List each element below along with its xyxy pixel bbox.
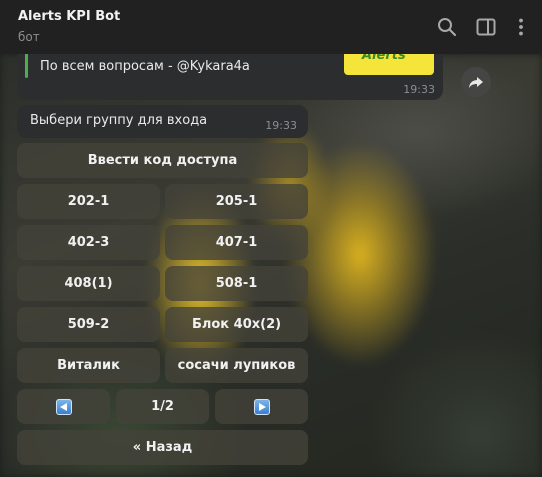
more-vertical-icon[interactable] — [510, 16, 532, 38]
arrow-left-icon — [55, 398, 72, 415]
group-button-vitalik[interactable]: Виталик — [17, 348, 160, 383]
back-button[interactable]: « Назад — [17, 430, 308, 465]
bot-message-bubble: Выбери группу для входа 19:33 — [17, 105, 308, 138]
group-button-205-1[interactable]: 205-1 — [165, 184, 308, 219]
message-time: 19:33 — [265, 119, 297, 132]
group-button-407-1[interactable]: 407-1 — [165, 225, 308, 260]
group-button-extra[interactable]: сосачи лупиков — [165, 348, 308, 383]
access-code-button[interactable]: Ввести код доступа — [17, 143, 308, 178]
group-button-408-1[interactable]: 408(1) — [17, 266, 160, 301]
next-page-button[interactable] — [215, 389, 308, 424]
message-time: 19:33 — [403, 83, 435, 96]
search-icon[interactable] — [436, 16, 458, 38]
prev-page-button[interactable] — [17, 389, 110, 424]
forward-button[interactable] — [461, 67, 491, 97]
chat-header: Alerts KPI Bot бот — [0, 0, 542, 54]
bot-message-text: Выбери группу для входа — [30, 113, 208, 128]
arrow-right-icon — [253, 398, 270, 415]
group-button-509-2[interactable]: 509-2 — [17, 307, 160, 342]
group-button-402-3[interactable]: 402-3 — [17, 225, 160, 260]
previous-message-text: По всем вопросам - @Kykara4a — [40, 59, 250, 74]
group-button-block-40x[interactable]: Блок 40x(2) — [165, 307, 308, 342]
chat-title[interactable]: Alerts KPI Bot — [18, 9, 120, 24]
group-button-508-1[interactable]: 508-1 — [165, 266, 308, 301]
page-indicator-button[interactable]: 1/2 — [116, 389, 209, 424]
share-arrow-icon — [469, 77, 483, 88]
group-button-202-1[interactable]: 202-1 — [17, 184, 160, 219]
sidebar-toggle-icon[interactable] — [475, 16, 497, 38]
quote-accent-bar — [25, 50, 28, 78]
chat-subtitle: бот — [18, 30, 40, 44]
